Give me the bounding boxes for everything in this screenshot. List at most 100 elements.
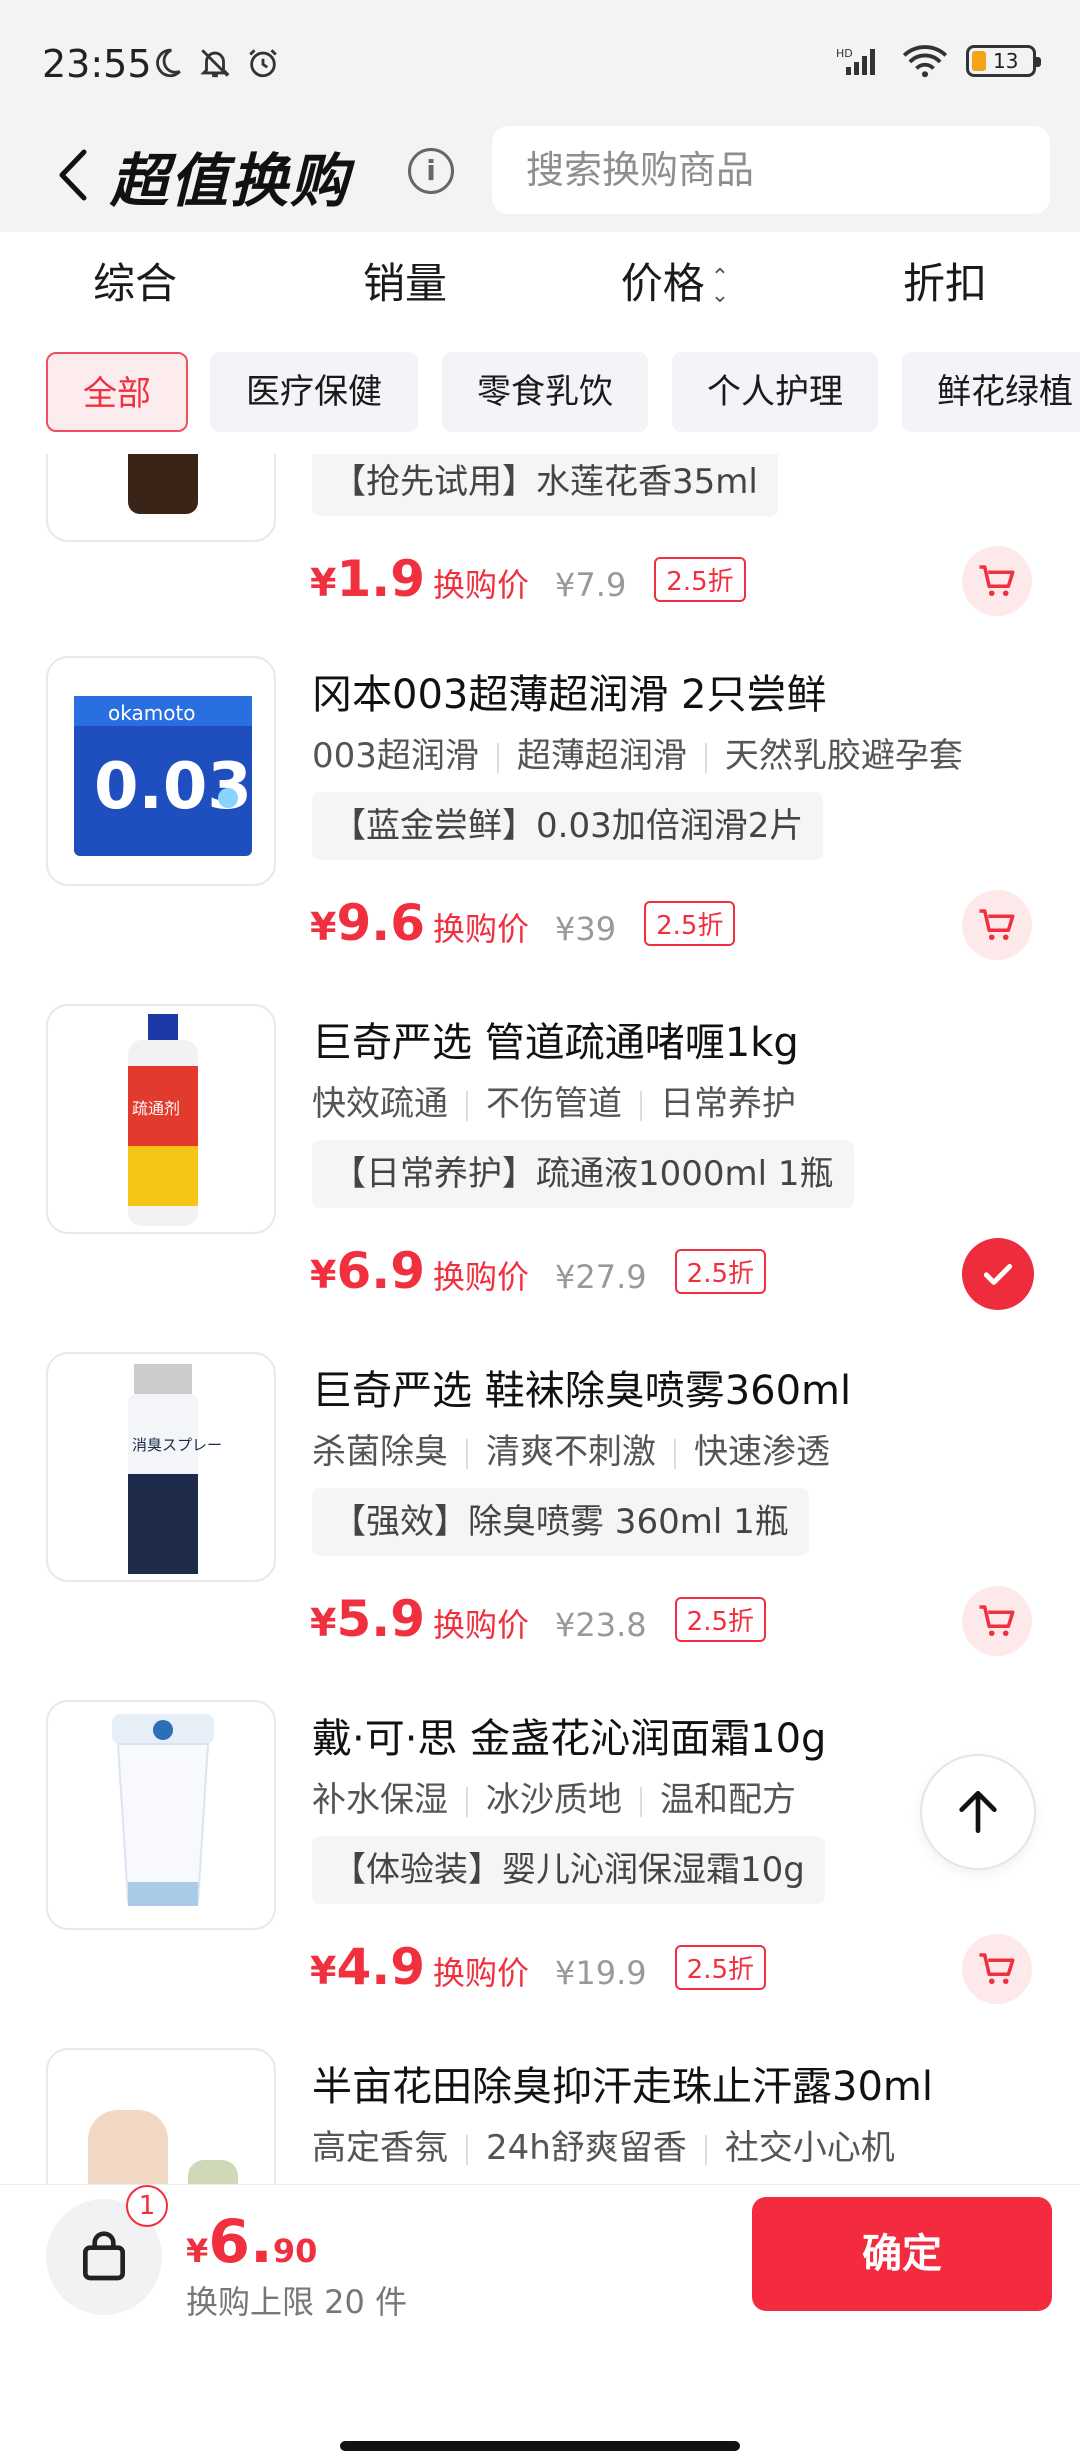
discount-badge: 2.5折 bbox=[644, 901, 736, 946]
total-currency: ¥ bbox=[186, 2232, 209, 2270]
limit-text: 换购上限 20 件 bbox=[186, 2283, 408, 2321]
nav-bar: 超值换购 i 搜索换购商品 bbox=[0, 120, 1080, 232]
product-spec: 【强效】除臭喷雾 360ml 1瓶 bbox=[312, 1488, 809, 1556]
moon-icon bbox=[156, 48, 181, 78]
chip-all[interactable]: 全部 bbox=[46, 352, 188, 432]
product-price: ¥9.6 换购价 ¥39 2.5折 bbox=[310, 894, 736, 952]
product-item[interactable]: 半亩花田除臭抑汗走珠止汗露30ml 高定香氛 24h舒爽留香 社交小心机 bbox=[0, 2048, 1080, 2184]
total-integer: 6. bbox=[208, 2207, 273, 2277]
search-input[interactable]: 搜索换购商品 bbox=[492, 126, 1050, 214]
bell-off-icon bbox=[200, 49, 230, 78]
status-right-icons: HD 13 bbox=[836, 44, 1041, 78]
total-price: ¥6. 90 bbox=[186, 2207, 317, 2277]
tag: 补水保湿 bbox=[312, 1780, 448, 1820]
product-spec: 【体验装】婴儿沁润保湿霜10g bbox=[312, 1836, 825, 1904]
page-title: 超值换购 bbox=[110, 147, 351, 215]
battery-icon: 13 bbox=[966, 45, 1041, 77]
scroll-to-top-button[interactable] bbox=[920, 1754, 1036, 1870]
tab-price[interactable]: 价格 ⌃ ⌄ bbox=[540, 232, 810, 336]
product-item[interactable]: okamoto 0.03 冈本003超薄超润滑 2只尝鲜 003超润滑 超薄超润滑天… bbox=[0, 656, 1080, 1004]
tag: 超薄超润滑 bbox=[516, 736, 687, 776]
shopping-bag-icon bbox=[83, 2231, 125, 2281]
svg-text:HD: HD bbox=[836, 47, 853, 60]
discount-badge: 2.5折 bbox=[674, 1597, 767, 1642]
product-tags: 003超润滑 超薄超润滑 天然乳胶避孕套 bbox=[312, 728, 963, 777]
product-image: 消臭スプレー bbox=[46, 1352, 276, 1582]
selected-check-button[interactable] bbox=[962, 1238, 1034, 1310]
tag: 高定香氛 bbox=[312, 2128, 448, 2168]
product-spec: 【日常养护】疏通液1000ml 1瓶 bbox=[312, 1140, 854, 1208]
product-image bbox=[46, 2048, 276, 2184]
product-name: 半亩花田除臭抑汗走珠止汗露30ml bbox=[312, 2064, 933, 2110]
product-price: ¥1.9 换购价 ¥7.9 2.5折 bbox=[310, 550, 746, 608]
tab-comprehensive[interactable]: 综合 bbox=[0, 232, 270, 336]
price-label: 换购价 bbox=[433, 566, 530, 604]
price-label: 换购价 bbox=[433, 1954, 530, 1992]
tag: 003超润滑 bbox=[312, 736, 479, 776]
chip-snacks[interactable]: 零食乳饮 bbox=[442, 352, 648, 432]
cart-icon bbox=[979, 1605, 1015, 1637]
price-label: 换购价 bbox=[433, 1606, 530, 1644]
product-tags: 杀菌除臭 清爽不刺激 快速渗透 bbox=[312, 1424, 830, 1473]
tag: 不伤管道 bbox=[486, 1084, 622, 1124]
cart-icon bbox=[979, 1953, 1015, 1985]
chip-medical[interactable]: 医疗保健 bbox=[210, 352, 418, 432]
product-spec: 【抢先试用】水莲花香35ml bbox=[312, 454, 778, 516]
product-item[interactable]: 【抢先试用】水莲花香35ml ¥1.9 换购价 ¥7.9 2.5折 bbox=[0, 454, 1080, 660]
tab-discount[interactable]: 折扣 bbox=[810, 232, 1080, 336]
svg-text:疏通剂: 疏通剂 bbox=[132, 1099, 180, 1118]
product-price: ¥6.9 换购价 ¥27.9 2.5折 bbox=[310, 1242, 767, 1300]
checkmark-icon bbox=[983, 1264, 1013, 1285]
price-value: 5.9 bbox=[336, 1590, 426, 1648]
price-value: 1.9 bbox=[336, 550, 426, 608]
sort-arrows-icon: ⌃ ⌄ bbox=[710, 264, 730, 308]
back-arrow-icon[interactable] bbox=[44, 140, 104, 210]
home-indicator[interactable] bbox=[340, 2441, 740, 2451]
product-image bbox=[46, 454, 276, 542]
tab-sales[interactable]: 销量 bbox=[270, 232, 540, 336]
info-icon[interactable]: i bbox=[408, 148, 454, 194]
signal-icon: HD bbox=[836, 47, 875, 75]
product-price: ¥5.9 换购价 ¥23.8 2.5折 bbox=[310, 1590, 767, 1648]
product-item[interactable]: 疏通剂 巨奇严选 管道疏通啫喱1kg 快效疏通 不伤管道 日常养护 【日常养护】疏通… bbox=[0, 1004, 1080, 1352]
discount-badge: 2.5折 bbox=[654, 557, 746, 602]
product-tags: 高定香氛 24h舒爽留香 社交小心机 bbox=[312, 2120, 895, 2169]
tag: 冰沙质地 bbox=[486, 1780, 622, 1820]
tag: 快效疏通 bbox=[312, 1084, 448, 1124]
tab-price-label: 价格 bbox=[620, 259, 705, 308]
product-item[interactable]: 戴·可·思 金盏花沁润面霜10g 补水保湿 冰沙质地 温和配方 【体验装】婴儿沁润保… bbox=[0, 1700, 1080, 2048]
confirm-button[interactable]: 确定 bbox=[752, 2197, 1052, 2311]
arrow-up-icon bbox=[959, 1791, 997, 1833]
product-name: 戴·可·思 金盏花沁润面霜10g bbox=[312, 1716, 827, 1762]
status-bar: 23:55 HD 13 bbox=[0, 0, 1080, 120]
add-to-cart-button[interactable] bbox=[962, 1934, 1032, 2004]
product-list: 【抢先试用】水莲花香35ml ¥1.9 换购价 ¥7.9 2.5折 okamoto 0.… bbox=[0, 454, 1080, 2184]
category-chips: 全部 医疗保健 零食乳饮 个人护理 鲜花绿植 bbox=[0, 336, 1080, 454]
price-label: 换购价 bbox=[433, 910, 530, 948]
tag: 日常养护 bbox=[660, 1084, 796, 1124]
svg-text:0.03: 0.03 bbox=[94, 750, 252, 824]
add-to-cart-button[interactable] bbox=[962, 546, 1032, 616]
add-to-cart-button[interactable] bbox=[962, 890, 1032, 960]
product-name: 巨奇严选 管道疏通啫喱1kg bbox=[312, 1020, 799, 1066]
add-to-cart-button[interactable] bbox=[962, 1586, 1032, 1656]
cart-icon bbox=[979, 565, 1015, 597]
original-price: ¥19.9 bbox=[555, 1954, 647, 1992]
tag: 清爽不刺激 bbox=[486, 1432, 656, 1472]
tag: 24h舒爽留香 bbox=[486, 2128, 687, 2168]
cart-count-badge: 1 bbox=[126, 2185, 168, 2227]
alarm-icon bbox=[249, 49, 277, 78]
original-price: ¥27.9 bbox=[555, 1258, 647, 1296]
svg-text:okamoto: okamoto bbox=[108, 701, 196, 725]
chip-personal-care[interactable]: 个人护理 bbox=[672, 352, 878, 432]
tag: 社交小心机 bbox=[724, 2128, 895, 2168]
total-decimal: 90 bbox=[272, 2232, 318, 2270]
product-tags: 补水保湿 冰沙质地 温和配方 bbox=[312, 1772, 796, 1821]
product-item[interactable]: 消臭スプレー 巨奇严选 鞋袜除臭喷雾360ml 杀菌除臭 清爽不刺激 快速渗透 【强… bbox=[0, 1352, 1080, 1700]
original-price: ¥39 bbox=[555, 910, 617, 948]
price-value: 6.9 bbox=[336, 1242, 426, 1300]
discount-badge: 2.5折 bbox=[674, 1249, 767, 1294]
chip-flowers[interactable]: 鲜花绿植 bbox=[902, 352, 1080, 432]
price-value: 4.9 bbox=[336, 1938, 426, 1996]
product-image: 疏通剂 bbox=[46, 1004, 276, 1234]
